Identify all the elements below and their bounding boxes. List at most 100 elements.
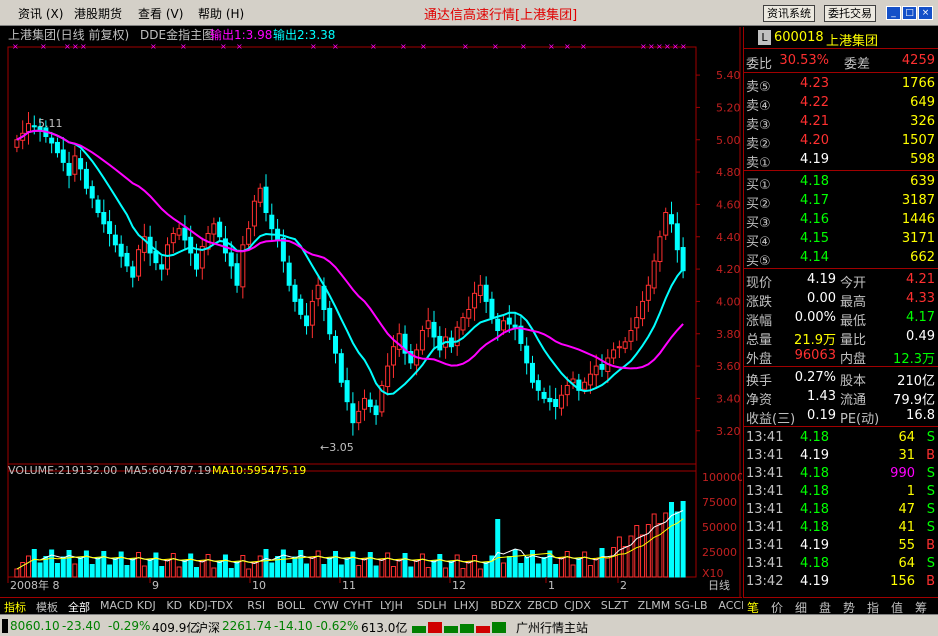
- stat-row[interactable]: 外盘 96063 内盘 12.3万: [744, 346, 938, 367]
- minimize-icon[interactable]: _: [886, 6, 901, 20]
- stat-value-2: 4.17: [906, 310, 935, 325]
- stat-row[interactable]: 现价 4.19 今开 4.21: [744, 270, 938, 291]
- volume-bar: [553, 564, 559, 578]
- menu-info[interactable]: 资讯 (X): [18, 5, 63, 22]
- volume-tick-label: 50000: [702, 521, 737, 534]
- tab-bdzx[interactable]: BDZX: [490, 599, 521, 612]
- volume-bar: [338, 564, 344, 578]
- tick-row[interactable]: 13:41 4.18 990 S: [744, 464, 938, 483]
- ask-row[interactable]: 卖② 4.20 1507: [744, 131, 938, 152]
- tab-slzt[interactable]: SLZT: [601, 599, 628, 612]
- tick-row[interactable]: 13:41 4.18 41 S: [744, 518, 938, 537]
- tick-row[interactable]: 13:41 4.18 64 S: [744, 428, 938, 447]
- tab-sg-lb[interactable]: SG-LB: [674, 599, 707, 612]
- tab-全部[interactable]: 全部: [68, 599, 90, 615]
- fund-row[interactable]: 净资 1.43 流通 79.9亿: [744, 387, 938, 408]
- stat-row[interactable]: 总量 21.9万 量比 0.49: [744, 327, 938, 348]
- volume-bar: [506, 556, 512, 578]
- volume-bar: [193, 567, 199, 578]
- kline-chart[interactable]: 上港集团(日线 前复权) DDE金指主图 输出1:3.98 输出2:3.38 ×…: [0, 27, 742, 597]
- volume-bar: [350, 551, 356, 578]
- tick-row[interactable]: 13:42 4.19 156 B: [744, 572, 938, 591]
- volume-bar: [576, 558, 582, 578]
- signal-mark: ×: [12, 42, 19, 51]
- tab-cyht[interactable]: CYHT: [343, 599, 372, 612]
- tab-kdj-tdx[interactable]: KDJ-TDX: [189, 599, 233, 612]
- bid-row[interactable]: 买⑤ 4.14 662: [744, 248, 938, 269]
- tab-zbcd[interactable]: ZBCD: [527, 599, 558, 612]
- tab-lhxj[interactable]: LHXJ: [454, 599, 479, 612]
- bid-row[interactable]: 买② 4.17 3187: [744, 191, 938, 212]
- candle-body: [529, 362, 535, 383]
- stat-value-2: 0.49: [906, 329, 935, 344]
- menu-help[interactable]: 帮助 (H): [198, 5, 244, 22]
- stock-code: 600018: [774, 30, 824, 45]
- tick-row[interactable]: 13:41 4.18 64 S: [744, 554, 938, 573]
- volume-bar: [634, 525, 640, 578]
- tick-row[interactable]: 13:41 4.18 47 S: [744, 500, 938, 519]
- candle-body: [153, 250, 159, 264]
- volume-bar: [541, 557, 547, 578]
- tab-macd[interactable]: MACD: [100, 599, 133, 612]
- ask-volume: 326: [910, 114, 935, 129]
- volume-bar: [333, 551, 339, 578]
- candle-body: [431, 321, 437, 338]
- tick-row[interactable]: 13:41 4.19 31 B: [744, 446, 938, 465]
- tab-指标[interactable]: 指标: [4, 599, 26, 615]
- trade-button[interactable]: 委托交易: [824, 5, 876, 22]
- tab-sdlh[interactable]: SDLH: [417, 599, 447, 612]
- tick-row[interactable]: 13:41 4.18 1 S: [744, 482, 938, 501]
- price-tick-label: 4.00: [716, 295, 741, 308]
- tick-time: 13:41: [746, 520, 784, 535]
- bid-row[interactable]: 买① 4.18 639: [744, 172, 938, 193]
- tab-cjdx[interactable]: CJDX: [564, 599, 591, 612]
- price-tick-label: 5.00: [716, 134, 741, 147]
- fund-row[interactable]: 收益(三) 0.19 PE(动) 16.8: [744, 406, 938, 427]
- tab-kd[interactable]: KD: [166, 599, 182, 612]
- candle-body: [228, 252, 234, 267]
- candle-body: [54, 141, 60, 154]
- candle-body: [483, 284, 489, 302]
- tab-cyw[interactable]: CYW: [314, 599, 339, 612]
- tab-lyjh[interactable]: LYJH: [380, 599, 403, 612]
- index1-value: 8060.10: [10, 619, 60, 633]
- volume-bar: [321, 564, 327, 578]
- maximize-icon[interactable]: □: [902, 6, 917, 20]
- news-system-button[interactable]: 资讯系统: [763, 5, 815, 22]
- tab-模板[interactable]: 模板: [36, 599, 58, 615]
- price-tick-label: 3.80: [716, 328, 741, 341]
- candle-body: [657, 236, 663, 263]
- volume-bar: [205, 554, 211, 578]
- candle-body: [176, 228, 182, 236]
- tick-time: 13:41: [746, 484, 784, 499]
- tick-row[interactable]: 13:41 4.19 55 B: [744, 536, 938, 555]
- weibi-row[interactable]: 委比 30.53% 委差 4259: [744, 51, 938, 72]
- ask-row[interactable]: 卖④ 4.22 649: [744, 93, 938, 114]
- ask-price: 4.20: [800, 133, 829, 148]
- stat-row[interactable]: 涨幅 0.00% 最低 4.17: [744, 308, 938, 329]
- tab-boll[interactable]: BOLL: [277, 599, 305, 612]
- ask-row[interactable]: 卖⑤ 4.23 1766: [744, 74, 938, 95]
- volume-bar: [564, 551, 570, 578]
- tab-zlmm[interactable]: ZLMM: [638, 599, 671, 612]
- stat-row[interactable]: 涨跌 0.00 最高 4.33: [744, 289, 938, 310]
- bid-row[interactable]: 买④ 4.15 3171: [744, 229, 938, 250]
- candle-body: [680, 247, 686, 272]
- signal-mark: ×: [664, 42, 671, 51]
- tab-rsi[interactable]: RSI: [247, 599, 265, 612]
- volume-bar: [651, 513, 657, 578]
- close-icon[interactable]: ×: [918, 6, 933, 20]
- menu-view[interactable]: 查看 (V): [138, 5, 183, 22]
- volume-bar: [593, 558, 599, 578]
- bid-row[interactable]: 买③ 4.16 1446: [744, 210, 938, 231]
- fund-row[interactable]: 换手 0.27% 股本 210亿: [744, 368, 938, 389]
- candle-body: [361, 397, 367, 410]
- volume-bar: [356, 565, 362, 578]
- tab-kdj[interactable]: KDJ: [137, 599, 156, 612]
- ask-row[interactable]: 卖① 4.19 598: [744, 150, 938, 171]
- index1-change: -23.40: [62, 619, 101, 633]
- candle-body: [593, 365, 599, 376]
- date-tick-label: 10: [252, 579, 266, 592]
- ask-row[interactable]: 卖③ 4.21 326: [744, 112, 938, 133]
- menu-hk-futures[interactable]: 港股期货: [74, 5, 122, 22]
